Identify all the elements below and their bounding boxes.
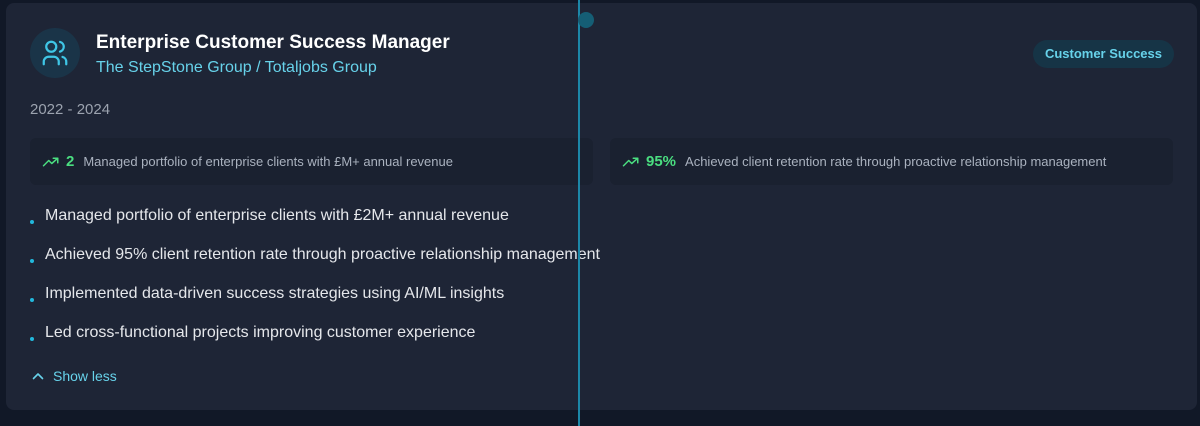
experience-card: Enterprise Customer Success Manager The … (6, 3, 1197, 410)
metric-card: 95% Achieved client retention rate throu… (610, 138, 1173, 185)
metric-card: 2 Managed portfolio of enterprise client… (30, 138, 593, 185)
metric-label: Managed portfolio of enterprise clients … (83, 154, 453, 169)
bullet-dot (30, 298, 34, 302)
metric-value: 2 (66, 153, 75, 170)
title-block: Enterprise Customer Success Manager The … (96, 32, 450, 78)
company-name: The StepStone Group / Totaljobs Group (96, 59, 377, 76)
timeline-dot (578, 12, 594, 28)
page: Enterprise Customer Success Manager The … (0, 0, 1200, 426)
card-header: Enterprise Customer Success Manager The … (30, 28, 450, 78)
list-item: Implemented data-driven success strategi… (30, 283, 600, 322)
trending-up-icon (42, 157, 59, 166)
highlight-text: Achieved 95% client retention rate throu… (45, 246, 600, 263)
bullet-dot (30, 220, 34, 224)
role-avatar (30, 28, 80, 78)
show-less-label: Show less (53, 368, 117, 384)
job-title: Enterprise Customer Success Manager (96, 32, 450, 53)
highlights-list: Managed portfolio of enterprise clients … (30, 205, 600, 361)
highlight-text: Led cross-functional projects improving … (45, 324, 476, 341)
trending-up-icon (622, 157, 639, 166)
metric-value: 95% (646, 153, 677, 170)
list-item: Led cross-functional projects improving … (30, 322, 600, 361)
highlight-text: Implemented data-driven success strategi… (45, 285, 505, 302)
category-badge: Customer Success (1032, 40, 1174, 68)
show-less-button[interactable]: Show less (32, 368, 117, 384)
bullet-dot (30, 259, 34, 263)
highlight-text: Managed portfolio of enterprise clients … (45, 207, 509, 224)
date-range: 2022 - 2024 (30, 101, 111, 118)
metric-label: Achieved client retention rate through p… (685, 154, 1107, 169)
timeline-line (578, 0, 580, 426)
chevron-up-icon (32, 373, 44, 380)
list-item: Achieved 95% client retention rate throu… (30, 244, 600, 283)
users-icon (42, 40, 68, 66)
list-item: Managed portfolio of enterprise clients … (30, 205, 600, 244)
bullet-dot (30, 337, 34, 341)
